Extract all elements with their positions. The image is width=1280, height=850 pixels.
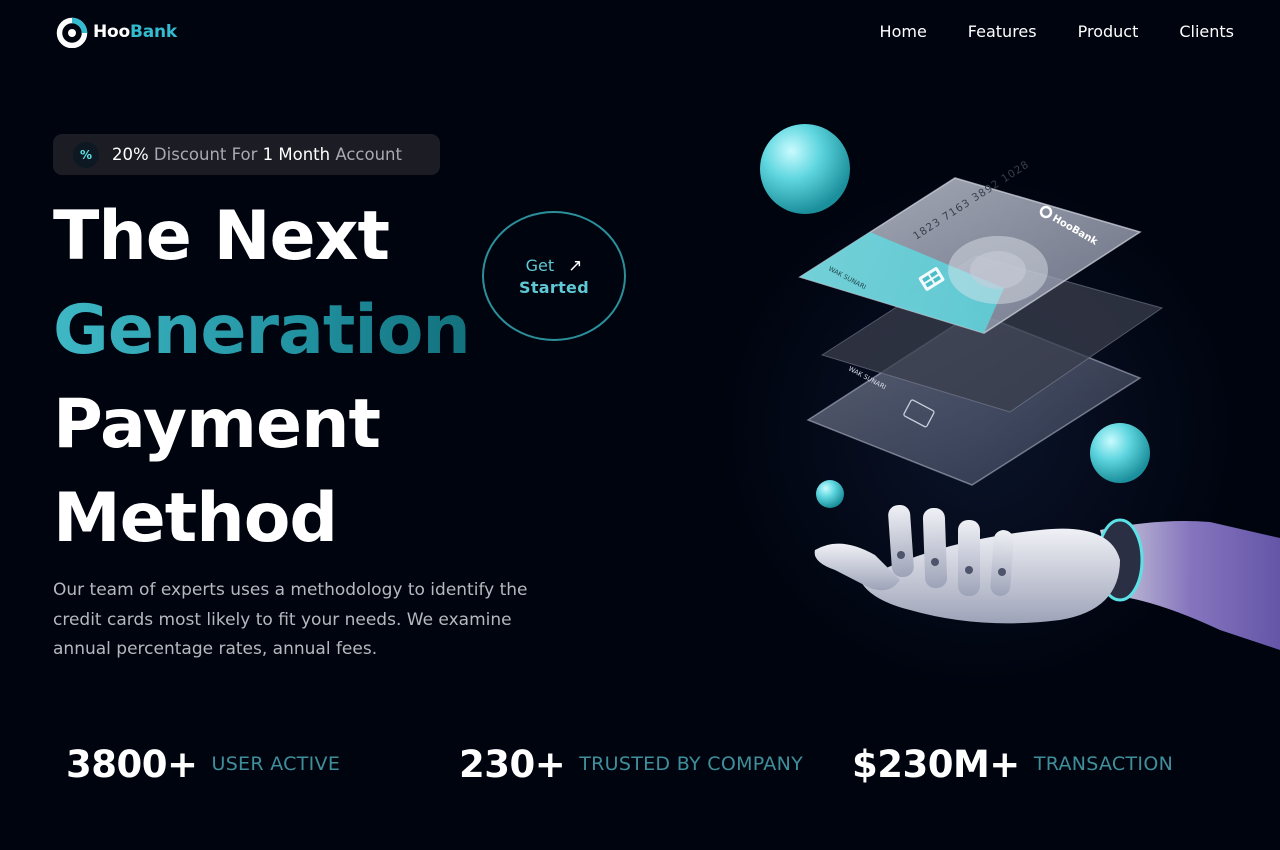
stat-label: TRANSACTION bbox=[1033, 753, 1174, 775]
robot-finger-3 bbox=[958, 520, 980, 596]
sphere-large bbox=[760, 124, 850, 214]
nav-link-home[interactable]: Home bbox=[880, 22, 927, 41]
logo[interactable]: HooBank bbox=[56, 16, 177, 48]
nav-link-clients[interactable]: Clients bbox=[1179, 22, 1234, 41]
percent-icon: % bbox=[73, 141, 99, 168]
stat-value: 230+ bbox=[459, 742, 566, 786]
hero-illustration: WAK SUNARI 1823 7163 3892 1028 HooBank W… bbox=[740, 110, 1280, 670]
robot-thumb bbox=[814, 543, 900, 591]
arrow-up-right-icon: ↗ bbox=[568, 255, 583, 276]
stat-companies: 230+ TRUSTED BY COMPANY bbox=[459, 738, 803, 790]
nav-links: Home Features Product Clients bbox=[880, 22, 1234, 41]
headline-line-4: Method bbox=[53, 479, 338, 558]
sphere-small bbox=[816, 480, 844, 508]
get-started-button[interactable]: Get ↗ Started bbox=[482, 211, 626, 341]
discount-text: 20% Discount For 1 Month Account bbox=[112, 145, 402, 164]
stat-transactions: $230M+ TRANSACTION bbox=[852, 738, 1173, 790]
hero-headline: The Next Generation Payment Method bbox=[53, 190, 471, 566]
navbar: HooBank Home Features Product Clients bbox=[0, 0, 1280, 64]
stats-bar: 3800+ USER ACTIVE 230+ TRUSTED BY COMPAN… bbox=[0, 738, 1280, 790]
stat-label: USER ACTIVE bbox=[211, 753, 341, 775]
nav-link-features[interactable]: Features bbox=[968, 22, 1037, 41]
nav-link-product[interactable]: Product bbox=[1078, 22, 1139, 41]
headline-line-2: Generation bbox=[53, 284, 471, 378]
hero-illustration-svg: WAK SUNARI 1823 7163 3892 1028 HooBank W… bbox=[760, 124, 1280, 650]
stat-users: 3800+ USER ACTIVE bbox=[66, 738, 340, 790]
discount-badge: % 20% Discount For 1 Month Account bbox=[53, 134, 440, 175]
stat-label: TRUSTED BY COMPANY bbox=[579, 753, 804, 775]
stat-value: 3800+ bbox=[66, 742, 198, 786]
robot-finger-2 bbox=[922, 507, 948, 589]
headline-line-3: Payment bbox=[53, 385, 381, 464]
hoobank-logo-icon bbox=[56, 17, 88, 48]
hero-description: Our team of experts uses a methodology t… bbox=[53, 580, 528, 659]
get-started-word2: Started bbox=[519, 277, 589, 297]
get-started-word1: Get bbox=[525, 256, 555, 275]
logo-text: HooBank bbox=[93, 22, 178, 42]
sphere-medium bbox=[1090, 423, 1150, 483]
get-started-row: Get ↗ bbox=[526, 256, 583, 276]
headline-line-1: The Next bbox=[53, 197, 390, 276]
stat-value: $230M+ bbox=[852, 742, 1020, 786]
